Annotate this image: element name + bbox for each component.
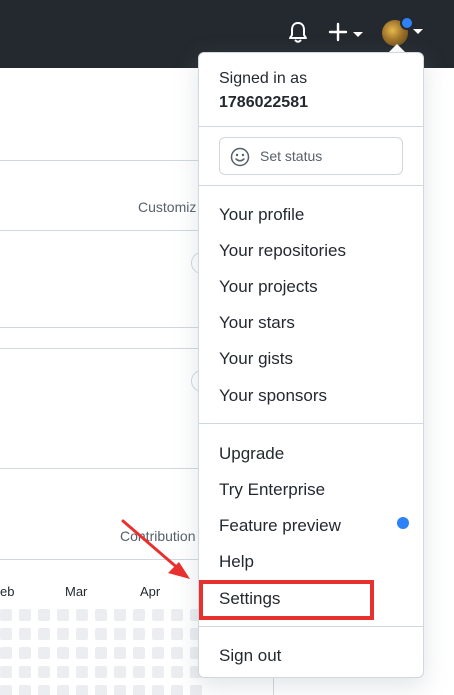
dropdown-caret (389, 44, 405, 52)
divider (199, 626, 423, 627)
contribution-cell (0, 666, 12, 678)
contribution-cell (19, 685, 31, 695)
contribution-cell (0, 647, 12, 659)
divider (199, 126, 423, 127)
notification-dot-icon (400, 16, 414, 30)
signed-in-header: Signed in as 1786022581 (219, 67, 308, 115)
contribution-cell (57, 647, 69, 659)
contribution-cell (114, 628, 126, 640)
contribution-cell (0, 628, 12, 640)
contribution-cell (95, 647, 107, 659)
divider (0, 468, 200, 469)
caret-down-icon (413, 29, 423, 34)
month-label: Apr (140, 584, 161, 599)
contribution-cell (19, 609, 31, 621)
feature-preview-dot-icon (397, 517, 409, 529)
set-status-button[interactable]: Set status (219, 137, 403, 175)
contribution-cell (133, 628, 145, 640)
contribution-cell (171, 647, 183, 659)
contribution-cell (171, 609, 183, 621)
contribution-cell (76, 609, 88, 621)
month-label: eb (0, 584, 15, 599)
contribution-cell (133, 647, 145, 659)
set-status-label: Set status (260, 148, 323, 164)
contribution-cell (171, 685, 183, 695)
divider (0, 348, 200, 349)
plus-icon[interactable] (328, 20, 364, 44)
contribution-cell (133, 685, 145, 695)
contribution-cell (171, 666, 183, 678)
contribution-cell (114, 609, 126, 621)
contribution-cell (114, 647, 126, 659)
menu-item-your-repositories[interactable]: Your repositories (219, 240, 346, 262)
contribution-cell (38, 628, 50, 640)
contribution-cell (57, 609, 69, 621)
contribution-cell (114, 685, 126, 695)
username: 1786022581 (219, 94, 308, 111)
menu-item-upgrade[interactable]: Upgrade (219, 443, 284, 465)
contribution-cell (95, 685, 107, 695)
contribution-cell (57, 628, 69, 640)
contribution-cell (95, 666, 107, 678)
contribution-cell (95, 609, 107, 621)
contribution-cell (133, 609, 145, 621)
month-label: Mar (65, 584, 88, 599)
contribution-cell (95, 628, 107, 640)
contribution-cell (152, 666, 164, 678)
contribution-cell (190, 685, 202, 695)
menu-item-your-sponsors[interactable]: Your sponsors (219, 385, 327, 407)
menu-item-your-profile[interactable]: Your profile (219, 204, 304, 226)
contribution-cell (76, 647, 88, 659)
divider (0, 160, 200, 161)
contribution-cell (152, 628, 164, 640)
bell-icon[interactable] (287, 20, 309, 44)
contribution-cell (133, 666, 145, 678)
contribution-cell (19, 628, 31, 640)
settings-highlight-box (199, 580, 374, 620)
divider (0, 327, 200, 328)
pointer-arrow-icon (121, 519, 190, 579)
menu-item-your-gists[interactable]: Your gists (219, 348, 293, 370)
contribution-cell (38, 609, 50, 621)
contribution-cell (38, 666, 50, 678)
menu-item-sign-out[interactable]: Sign out (219, 645, 281, 667)
menu-item-try-enterprise[interactable]: Try Enterprise (219, 479, 325, 501)
contribution-cell (0, 609, 12, 621)
menu-item-your-projects[interactable]: Your projects (219, 276, 318, 298)
contribution-cell (19, 666, 31, 678)
contribution-cell (114, 666, 126, 678)
signed-in-label: Signed in as (219, 70, 308, 87)
contribution-cell (171, 628, 183, 640)
contribution-cell (152, 609, 164, 621)
divider (199, 423, 423, 424)
contribution-cell (0, 685, 12, 695)
contribution-cell (38, 647, 50, 659)
contribution-cell (152, 685, 164, 695)
divider (0, 230, 200, 231)
contribution-cell (76, 685, 88, 695)
contribution-cell (76, 628, 88, 640)
customize-link[interactable]: Customiz (138, 199, 196, 215)
menu-item-feature-preview[interactable]: Feature preview (219, 515, 341, 537)
menu-item-your-stars[interactable]: Your stars (219, 312, 295, 334)
smiley-icon (230, 147, 250, 167)
menu-item-help[interactable]: Help (219, 551, 254, 573)
contribution-cell (38, 685, 50, 695)
contribution-cell (76, 666, 88, 678)
contribution-cell (57, 666, 69, 678)
contribution-cell (19, 647, 31, 659)
contribution-cell (57, 685, 69, 695)
contribution-cell (152, 647, 164, 659)
divider (199, 185, 423, 186)
